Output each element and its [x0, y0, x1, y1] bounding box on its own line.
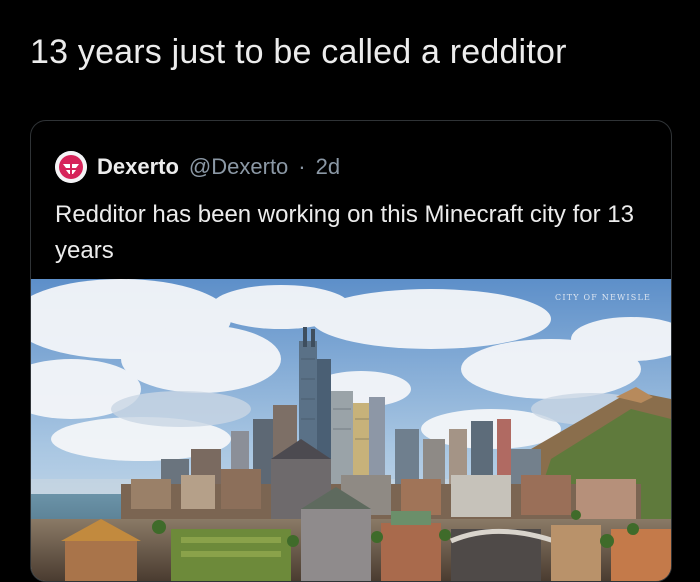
quoted-tweet-card[interactable]: Dexerto @Dexerto · 2d Redditor has been … — [30, 120, 672, 582]
minecraft-city-image[interactable]: CITY OF NEWISLE — [31, 279, 671, 581]
image-watermark: CITY OF NEWISLE — [555, 293, 651, 302]
author-handle[interactable]: @Dexerto — [189, 154, 288, 180]
tweet-text: 13 years just to be called a redditor — [30, 33, 567, 71]
separator-dot: · — [298, 154, 306, 179]
quoted-tweet-text: Redditor has been working on this Minecr… — [55, 201, 634, 264]
tweet-timestamp[interactable]: 2d — [316, 154, 340, 180]
dexerto-logo-icon[interactable] — [55, 151, 87, 183]
author-display-name[interactable]: Dexerto — [97, 154, 179, 180]
quoted-tweet-header: Dexerto @Dexerto · 2d — [55, 149, 340, 185]
